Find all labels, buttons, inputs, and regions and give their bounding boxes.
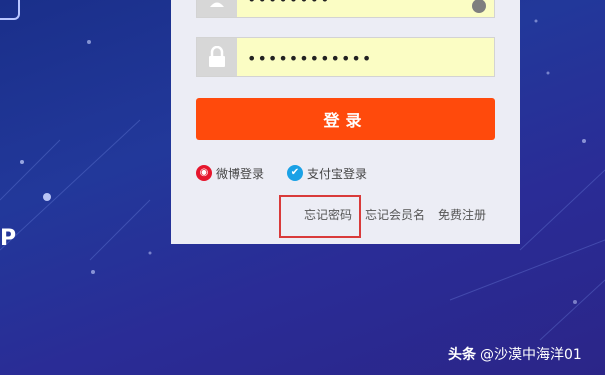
watermark-handle: @沙漠中海洋01 [480, 347, 582, 363]
alipay-icon: ✔ [287, 165, 303, 181]
password-field-row [196, 37, 495, 78]
alipay-login-link[interactable]: ✔ 支付宝登录 [287, 164, 367, 182]
weibo-login-link[interactable]: ◉ 微博登录 [196, 164, 264, 182]
watermark: 头条 @沙漠中海洋01 [448, 344, 582, 364]
background-logo-fragment: P [0, 226, 17, 251]
password-input[interactable] [245, 38, 484, 78]
username-input[interactable] [245, 0, 484, 19]
username-field-row [196, 0, 495, 19]
user-icon [197, 0, 237, 17]
partial-icon-fragment [0, 0, 20, 20]
lock-icon [197, 38, 237, 76]
weibo-icon: ◉ [196, 165, 212, 181]
register-link[interactable]: 免费注册 [438, 206, 486, 223]
highlight-annotation-box [279, 195, 361, 238]
watermark-brand: 头条 [448, 347, 476, 363]
alipay-login-label: 支付宝登录 [307, 166, 368, 181]
weibo-login-label: 微博登录 [216, 166, 265, 181]
login-button[interactable]: 登录 [196, 98, 495, 140]
forgot-member-name-link[interactable]: 忘记会员名 [365, 206, 425, 223]
